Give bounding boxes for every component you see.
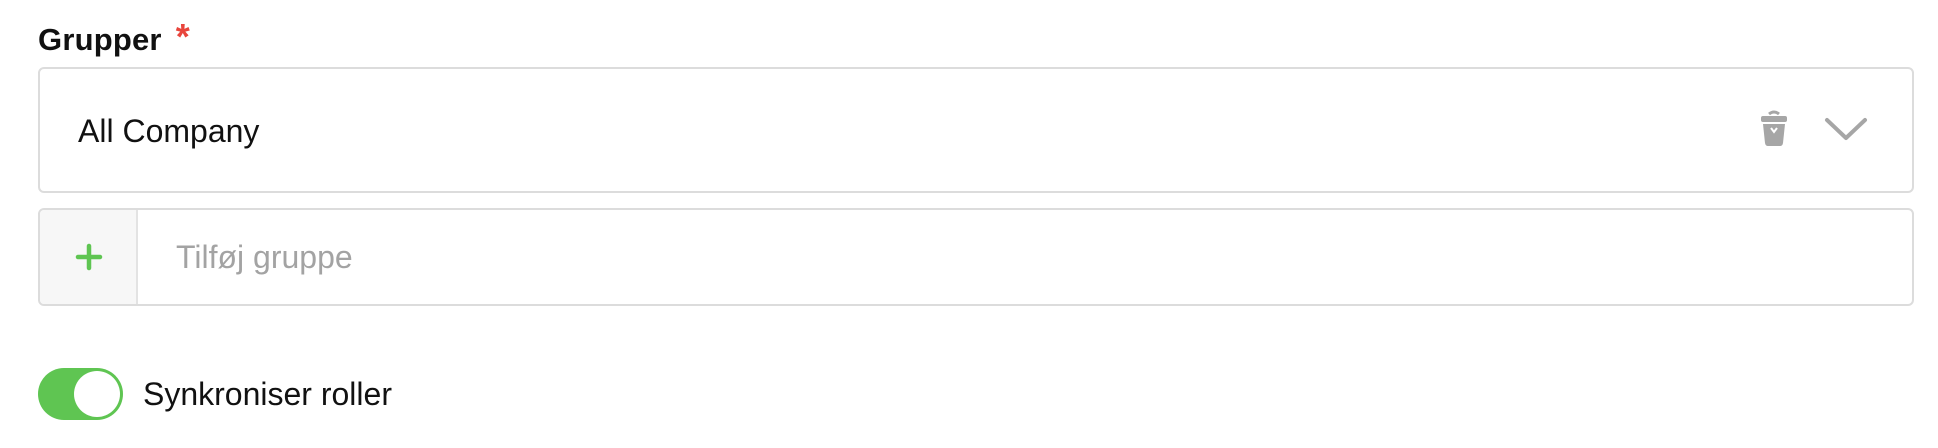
sync-roles-toggle[interactable]: [38, 368, 123, 420]
trash-icon: [1761, 110, 1787, 146]
selected-group-value: All Company: [78, 113, 260, 149]
remove-group-button[interactable]: [1754, 109, 1794, 149]
add-group-button[interactable]: [40, 210, 138, 304]
toggle-knob: [74, 371, 120, 417]
groups-label-text: Grupper: [38, 22, 162, 57]
chevron-down-icon: [1825, 118, 1867, 140]
group-select[interactable]: All Company: [38, 67, 1914, 193]
add-group-row: [38, 208, 1914, 306]
sync-roles-row: Synkroniser roller: [38, 368, 392, 420]
groups-field-label: Grupper *: [38, 16, 190, 58]
expand-dropdown-button[interactable]: [1822, 107, 1870, 151]
required-asterisk: *: [175, 16, 190, 57]
plus-icon: [75, 243, 103, 271]
sync-roles-label: Synkroniser roller: [143, 375, 392, 412]
groups-form: Grupper * All Company Tilføj gruppe Synk…: [0, 0, 1938, 448]
add-group-input[interactable]: [138, 210, 1912, 304]
